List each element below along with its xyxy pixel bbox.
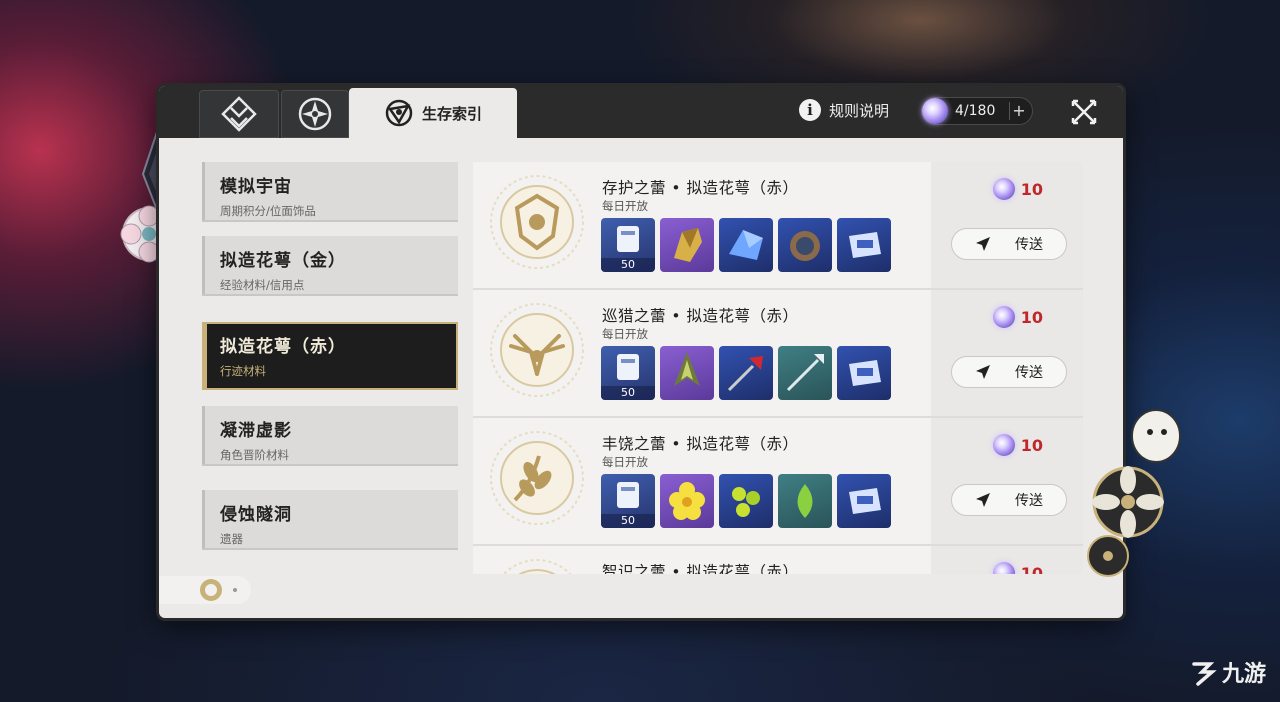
sidebar-item-stagnant-shadow[interactable]: 凝滞虚影 角色晋阶材料 bbox=[202, 406, 458, 466]
cost-value: 10 bbox=[1020, 563, 1043, 575]
grid-diamond-icon bbox=[221, 96, 257, 132]
tab-grid[interactable] bbox=[199, 90, 279, 138]
sidebar-item-title: 拟造花萼（金） bbox=[220, 251, 346, 271]
list-item: 存护之蕾 • 拟造花萼（赤） 每日开放 50 10 传送 bbox=[473, 162, 1083, 290]
calyx-title: 智识之蕾 • 拟造花萼（赤） bbox=[602, 563, 799, 574]
stamina-value: 4/180 bbox=[955, 103, 996, 119]
survival-index-icon bbox=[385, 99, 413, 127]
calyx-open-status: 每日开放 bbox=[602, 455, 648, 469]
sidebar-item-simulated-universe[interactable]: 模拟宇宙 周期积分/位面饰品 bbox=[202, 162, 458, 222]
crystal-shard-icon[interactable] bbox=[719, 218, 773, 272]
exp-card-icon[interactable]: 50 bbox=[601, 218, 655, 272]
teleport-label: 传送 bbox=[1015, 365, 1043, 381]
sidebar-item-subtitle: 经验材料/信用点 bbox=[220, 278, 305, 292]
sidebar-item-title: 模拟宇宙 bbox=[220, 177, 292, 197]
sidebar-item-subtitle: 行迹材料 bbox=[220, 364, 266, 378]
sidebar-item-subtitle: 角色晋阶材料 bbox=[220, 448, 289, 462]
tab-survival-index[interactable]: 生存索引 bbox=[349, 88, 517, 138]
navigate-arrow-icon bbox=[976, 365, 990, 379]
exp-card-icon[interactable]: 50 bbox=[601, 474, 655, 528]
blue-ticket-icon[interactable] bbox=[837, 346, 891, 400]
cost-value: 10 bbox=[1020, 179, 1043, 199]
item-quantity: 50 bbox=[601, 514, 655, 528]
list-item: 丰饶之蕾 • 拟造花萼（赤） 每日开放 50 10 传送 bbox=[473, 418, 1083, 546]
sidebar-item-calyx-golden[interactable]: 拟造花萼（金） 经验材料/信用点 bbox=[202, 236, 458, 296]
compass-cross-icon bbox=[298, 97, 332, 131]
reward-items: 50 bbox=[601, 474, 891, 528]
sidebar-item-cavern-corrosion[interactable]: 侵蚀隧洞 遗器 bbox=[202, 490, 458, 550]
red-arrow-icon[interactable] bbox=[719, 346, 773, 400]
erudition-emblem-icon bbox=[502, 559, 572, 574]
right-ornament-icon bbox=[1087, 409, 1181, 577]
gold-gauntlet-icon[interactable] bbox=[660, 218, 714, 272]
sidebar-item-subtitle: 遗器 bbox=[220, 532, 243, 546]
blue-ticket-icon[interactable] bbox=[837, 218, 891, 272]
preservation-emblem-icon bbox=[490, 175, 584, 269]
tab-survival-index-label: 生存索引 bbox=[421, 104, 482, 123]
top-bar: 生存索引 i 规则说明 4/180 + bbox=[159, 86, 1123, 138]
green-leaf-icon[interactable] bbox=[778, 474, 832, 528]
item-quantity: 50 bbox=[601, 386, 655, 400]
tab-compass[interactable] bbox=[281, 90, 349, 138]
navigate-arrow-icon bbox=[976, 493, 990, 507]
teleport-label: 传送 bbox=[1015, 237, 1043, 253]
survival-index-panel: 生存索引 i 规则说明 4/180 + 模拟宇宙 周期积分/位面饰品 拟造花萼（… bbox=[159, 86, 1123, 618]
teleport-button[interactable]: 传送 bbox=[951, 356, 1067, 388]
spear-tip-icon[interactable] bbox=[778, 346, 832, 400]
stamina-cost: 10 bbox=[992, 562, 1043, 575]
teleport-label: 传送 bbox=[1015, 493, 1043, 509]
stamina-cost: 10 bbox=[992, 306, 1043, 328]
sidebar-item-subtitle: 周期积分/位面饰品 bbox=[220, 204, 316, 218]
green-vine-icon[interactable] bbox=[719, 474, 773, 528]
cost-value: 10 bbox=[1020, 307, 1043, 327]
sidebar-item-title: 侵蚀隧洞 bbox=[220, 505, 292, 525]
list-item: 巡猎之蕾 • 拟造花萼（赤） 每日开放 50 10 传送 bbox=[473, 290, 1083, 418]
blue-ticket-icon[interactable] bbox=[837, 474, 891, 528]
trailblaze-power-icon bbox=[992, 562, 1015, 574]
calyx-open-status: 每日开放 bbox=[602, 199, 648, 213]
trailblaze-power-icon bbox=[992, 306, 1015, 328]
item-quantity: 50 bbox=[601, 258, 655, 272]
trailblaze-power-icon bbox=[992, 178, 1015, 200]
sidebar-item-calyx-crimson[interactable]: 拟造花萼（赤） 行迹材料 bbox=[202, 322, 458, 390]
sidebar-item-title: 凝滞虚影 bbox=[220, 421, 292, 441]
bottom-indicator[interactable] bbox=[159, 576, 251, 604]
reward-items: 50 bbox=[601, 346, 891, 400]
trailblaze-power-icon bbox=[922, 98, 948, 124]
rules-label: 规则说明 bbox=[829, 101, 890, 120]
sidebar-item-title: 拟造花萼（赤） bbox=[220, 337, 346, 357]
reward-items: 50 bbox=[601, 218, 891, 272]
watermark-logo: 九游 bbox=[1190, 656, 1266, 688]
add-stamina-button[interactable]: + bbox=[1009, 102, 1028, 120]
calyx-list[interactable]: 存护之蕾 • 拟造花萼（赤） 每日开放 50 10 传送 巡猎之蕾 • 拟造花萼… bbox=[473, 162, 1083, 574]
cost-value: 10 bbox=[1020, 435, 1043, 455]
info-icon: i bbox=[799, 99, 821, 121]
calyx-open-status: 每日开放 bbox=[602, 327, 648, 341]
jiuyou-logo-icon bbox=[1192, 662, 1217, 686]
teleport-button[interactable]: 传送 bbox=[951, 228, 1067, 260]
arrowhead-icon[interactable] bbox=[660, 346, 714, 400]
stamina-cost: 10 bbox=[992, 178, 1043, 200]
bronze-helmet-icon[interactable] bbox=[778, 218, 832, 272]
list-item: 智识之蕾 • 拟造花萼（赤） 10 bbox=[473, 546, 1083, 574]
close-icon[interactable] bbox=[1069, 97, 1099, 127]
yellow-flower-icon[interactable] bbox=[660, 474, 714, 528]
abundance-emblem-icon bbox=[490, 431, 584, 525]
calyx-title: 巡猎之蕾 • 拟造花萼（赤） bbox=[602, 307, 799, 325]
calyx-title: 丰饶之蕾 • 拟造花萼（赤） bbox=[602, 435, 799, 453]
emblem-toggle-icon bbox=[200, 579, 237, 601]
exp-card-icon[interactable]: 50 bbox=[601, 346, 655, 400]
trailblaze-power-icon bbox=[992, 434, 1015, 456]
navigate-arrow-icon bbox=[976, 237, 990, 251]
rules-button[interactable]: i 规则说明 bbox=[799, 99, 889, 121]
watermark-text: 九游 bbox=[1222, 662, 1267, 687]
calyx-title: 存护之蕾 • 拟造花萼（赤） bbox=[602, 179, 799, 197]
stamina-cost: 10 bbox=[992, 434, 1043, 456]
hunt-emblem-icon bbox=[490, 303, 584, 397]
teleport-button[interactable]: 传送 bbox=[951, 484, 1067, 516]
stamina-counter: 4/180 + bbox=[921, 97, 1033, 125]
